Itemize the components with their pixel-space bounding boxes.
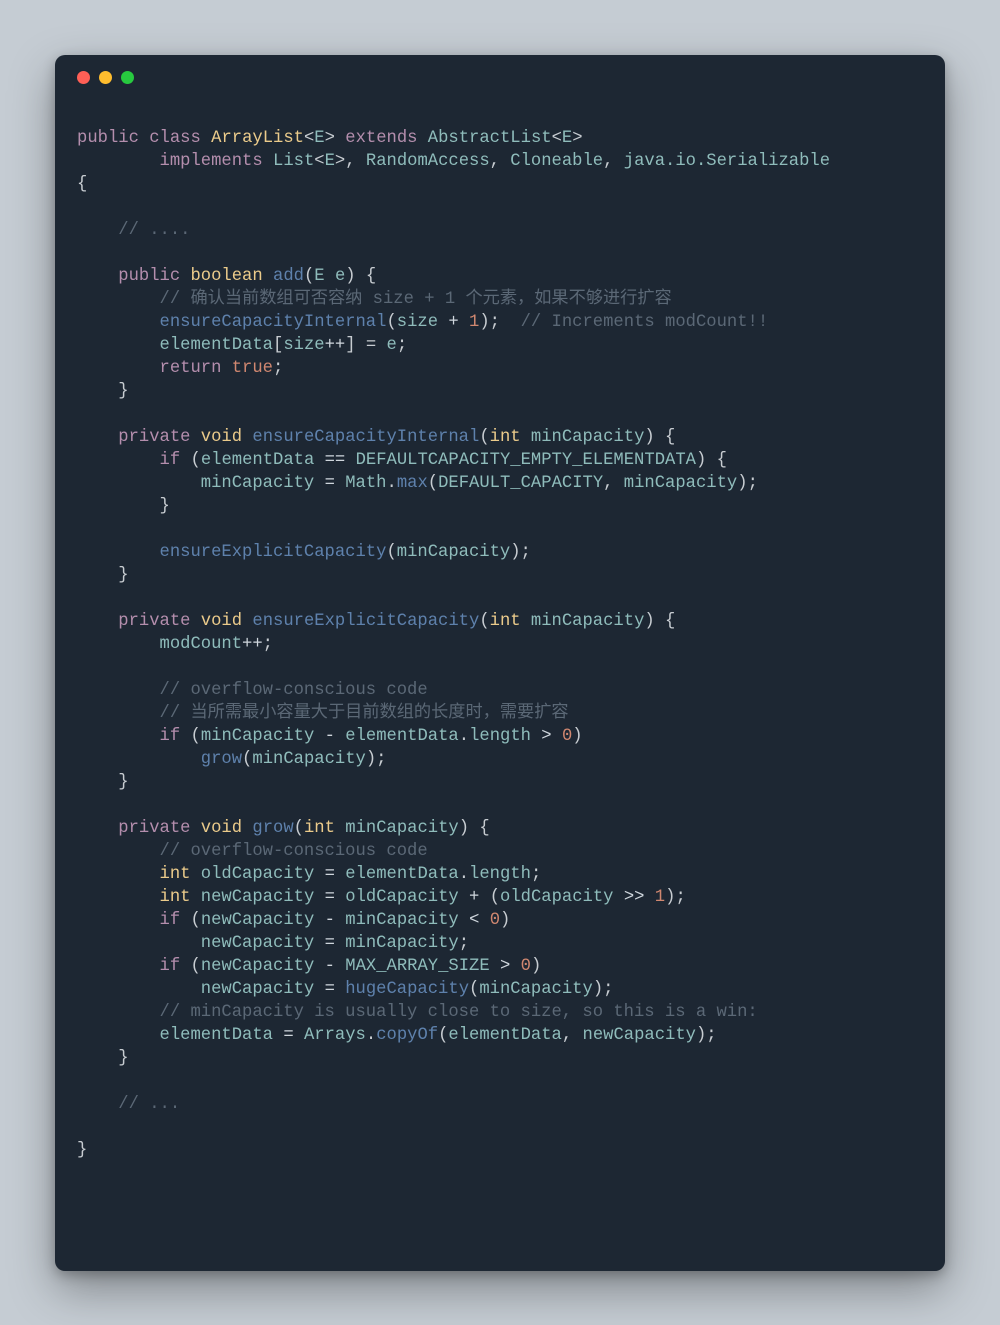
typeparam-e: E	[314, 129, 324, 148]
comment-dots-end: // ...	[118, 1095, 180, 1114]
prop-length: length	[469, 727, 531, 746]
class-arrays: Arrays	[304, 1026, 366, 1045]
comment-inc-modcount: // Increments modCount!!	[521, 313, 769, 332]
code-block: public class ArrayList<E> extends Abstra…	[55, 99, 945, 1182]
var-modcount: modCount	[160, 635, 243, 654]
kw-public: public	[77, 129, 139, 148]
type-randomaccess: RandomAccess	[366, 152, 490, 171]
const-defaultcapacity-empty: DEFAULTCAPACITY_EMPTY_ELEMENTDATA	[356, 451, 696, 470]
call-hugecapacity: hugeCapacity	[345, 980, 469, 999]
type-boolean: boolean	[190, 267, 262, 286]
call-grow: grow	[201, 750, 242, 769]
var-size: size	[397, 313, 438, 332]
num-0: 0	[562, 727, 572, 746]
type-abstractlist: AbstractList	[428, 129, 552, 148]
method-grow: grow	[252, 819, 293, 838]
num-1: 1	[469, 313, 479, 332]
comment-add-zh: // 确认当前数组可否容纳 size + 1 个元素，如果不够进行扩容	[160, 290, 672, 309]
type-void: void	[201, 428, 242, 447]
window-titlebar	[55, 55, 945, 99]
zoom-icon[interactable]	[121, 71, 134, 84]
type-cloneable: Cloneable	[510, 152, 603, 171]
call-max: max	[397, 474, 428, 493]
kw-return: return	[160, 359, 222, 378]
var-oldcapacity: oldCapacity	[201, 865, 314, 884]
kw-extends: extends	[345, 129, 417, 148]
kw-implements: implements	[160, 152, 263, 171]
kw-class: class	[149, 129, 201, 148]
comment-overflow: // overflow-conscious code	[160, 681, 428, 700]
literal-true: true	[232, 359, 273, 378]
call-ensureexplicitcapacity: ensureExplicitCapacity	[160, 543, 387, 562]
var-elementdata: elementData	[160, 336, 273, 355]
comment-dots: // ....	[118, 221, 190, 240]
method-add: add	[273, 267, 304, 286]
minimize-icon[interactable]	[99, 71, 112, 84]
call-copyof: copyOf	[376, 1026, 438, 1045]
code-window: public class ArrayList<E> extends Abstra…	[55, 55, 945, 1271]
var-newcapacity: newCapacity	[201, 888, 314, 907]
kw-if: if	[160, 451, 181, 470]
param-e: e	[335, 267, 345, 286]
close-icon[interactable]	[77, 71, 90, 84]
method-ensureexplicitcapacity: ensureExplicitCapacity	[252, 612, 479, 631]
const-default-capacity: DEFAULT_CAPACITY	[438, 474, 603, 493]
class-math: Math	[345, 474, 386, 493]
type-arraylist: ArrayList	[211, 129, 304, 148]
call-ensurecapacityinternal: ensureCapacityInternal	[160, 313, 387, 332]
comment-grow-zh: // 当所需最小容量大于目前数组的长度时，需要扩容	[160, 704, 569, 723]
param-mincapacity: minCapacity	[531, 428, 644, 447]
comment-win: // minCapacity is usually close to size,…	[160, 1003, 758, 1022]
comment-overflow2: // overflow-conscious code	[160, 842, 428, 861]
type-int: int	[160, 865, 191, 884]
kw-private: private	[118, 428, 190, 447]
type-list: List	[273, 152, 314, 171]
method-ensurecapacityinternal: ensureCapacityInternal	[252, 428, 479, 447]
const-max-array-size: MAX_ARRAY_SIZE	[345, 957, 489, 976]
type-serializable: java.io.Serializable	[624, 152, 830, 171]
